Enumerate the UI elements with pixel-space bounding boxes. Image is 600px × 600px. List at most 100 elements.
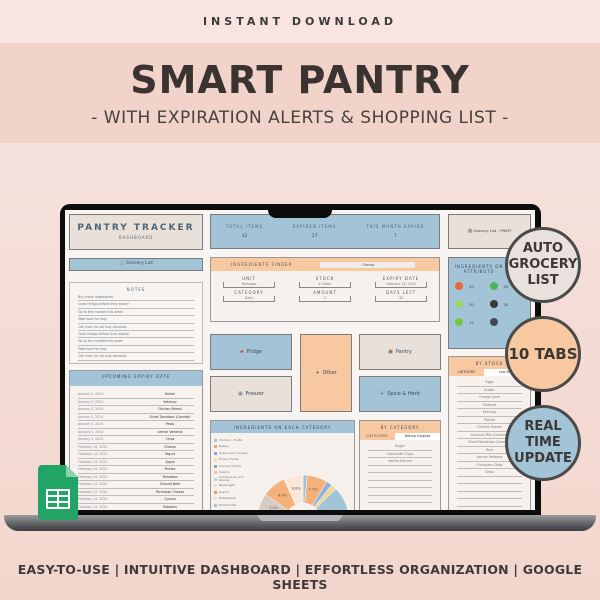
table-row: January 5, 2024 Ketchup <box>78 399 194 406</box>
list-item <box>368 481 432 488</box>
upcoming-title: UPCOMING EXPIRY DATE <box>70 371 202 386</box>
item-name: Parmesan Cheese <box>155 489 185 494</box>
herb-icon: ❦ <box>380 391 385 397</box>
note-item: Call mom to not buy bananas <box>78 353 194 361</box>
by-category-dropdown[interactable]: Baking Supplies <box>395 433 440 440</box>
instant-download-label: INSTANT DOWNLOAD <box>202 15 398 28</box>
stat-value: 17 <box>311 234 318 239</box>
expiry-date: February 14, 2024 <box>78 459 108 464</box>
table-row: January 5, 2024 Lemon Verbena <box>78 429 194 436</box>
upcoming-expiry-panel: UPCOMING EXPIRY DATE January 5, 2024 Butt… <box>69 370 203 510</box>
table-row: February 14, 2024 Apple <box>78 459 194 466</box>
item-name: Yogurt <box>164 452 176 456</box>
attribute-icon <box>489 300 498 308</box>
expiry-date: February 14, 2024 <box>78 489 108 494</box>
list-item: Mustard <box>457 402 522 409</box>
field-label: DAYS LEFT <box>385 290 417 295</box>
attribute-item: 19 <box>455 318 490 326</box>
attribute-count: 19 <box>469 319 474 325</box>
expiry-date: January 5, 2024 <box>78 407 104 411</box>
field-value: 49 <box>375 296 427 302</box>
note-item: Take food for dog <box>78 316 194 324</box>
finder-field: CATEGORY Dairy <box>211 290 287 302</box>
attribute-item: 20 <box>489 300 525 308</box>
finder-field: EXPIRY DATE February 14, 2024 <box>363 276 439 288</box>
note-item: Cook things before they expire <box>78 301 194 309</box>
item-name: Butter <box>165 392 175 396</box>
attribute-icon <box>455 318 463 326</box>
expiry-date: January 5, 2024 <box>78 392 104 396</box>
storage-pantry-button[interactable]: ▣ Pantry <box>359 334 441 370</box>
field-value: 3 <box>299 296 351 302</box>
storage-freezer-button[interactable]: ▣ Freezer <box>210 376 292 412</box>
item-name: Pickles <box>164 467 176 471</box>
dashboard-subtitle: DASHBOARD <box>118 235 154 240</box>
item-name: Pesto <box>165 422 175 426</box>
field-label: CATEGORY <box>234 290 264 295</box>
expiry-date: January 5, 2024 <box>78 429 104 434</box>
item-name: Quinoa <box>164 497 176 501</box>
by-category-title: BY CATEGORY <box>360 421 440 433</box>
stat-label: EXPIRED ITEMS <box>292 224 337 229</box>
list-item: Ketchup <box>457 409 522 417</box>
stat-value: 7 <box>393 234 397 239</box>
table-row: January 5, 2024 Chicken Breast <box>78 406 194 414</box>
finder-field: AMOUNT 3 <box>287 290 363 302</box>
badge-10-tabs: 10 TABS <box>505 316 581 392</box>
storage-spice-herb-button[interactable]: ❦ Spice & Herb <box>359 376 441 412</box>
product-subtitle: - WITH EXPIRATION ALERTS & SHOPPING LIST… <box>91 108 509 128</box>
expiry-date: February 14, 2024 <box>78 482 108 486</box>
item-name: Tomatoes <box>162 474 178 479</box>
list-item: Vanilla Extract <box>368 458 432 466</box>
table-row: February 14, 2024 Yogurt <box>78 451 194 459</box>
expiry-date: January 5, 2024 <box>78 399 104 404</box>
stat-card: THIS MONTH EXPIRE 7 <box>366 224 424 248</box>
attribute-icon <box>489 318 498 326</box>
table-row: February 14, 2024 Ground Beef <box>78 481 194 489</box>
stat-value: 42 <box>241 234 248 239</box>
badge-real-time-update: REAL TIME UPDATE <box>505 405 581 481</box>
stat-label: THIS MONTH EXPIRE <box>366 224 425 229</box>
item-name: Lemon Verbena <box>157 429 183 434</box>
expiry-date: January 5, 2024 <box>78 414 104 419</box>
attribute-icon <box>455 282 463 290</box>
field-value: February 14, 2024 <box>375 282 427 288</box>
attribute-item: 20 <box>455 282 490 290</box>
note-item: Call mom to not buy bananas <box>78 324 194 331</box>
top-banner: INSTANT DOWNLOAD <box>0 0 600 43</box>
attribute-count: 20 <box>503 301 509 307</box>
list-item: Orange Juice <box>457 394 522 402</box>
feature-tagline: EASY-TO-USE | INTUITIVE DASHBOARD | EFFO… <box>17 562 583 592</box>
list-item <box>457 477 522 484</box>
item-name: Chicken Breast <box>158 407 182 411</box>
grocery-list-button[interactable]: 🛒 Grocery List <box>69 258 203 271</box>
expiry-date: January 5, 2024 <box>78 437 104 441</box>
pie-data-label: 8.4% <box>278 493 288 497</box>
finder-dropdown[interactable]: Cheese <box>320 261 416 268</box>
table-row: February 14, 2024 Potatoes <box>78 504 194 511</box>
dashboard-screen: PANTRY TRACKER DASHBOARD 🛒 Grocery List … <box>65 210 535 510</box>
expiry-date: February 14, 2024 <box>78 504 108 509</box>
pie-data-label: 7.2% <box>309 488 319 492</box>
expiry-date: February 14, 2024 <box>78 467 108 471</box>
field-value: Dairy <box>223 296 275 302</box>
list-item <box>368 473 432 481</box>
storage-fridge-button[interactable]: ▰ Fridge <box>210 334 292 370</box>
table-row: February 14, 2024 Quinoa <box>78 496 194 504</box>
list-item <box>457 484 522 492</box>
list-item <box>368 503 432 510</box>
list-item <box>368 496 432 503</box>
category-chart-panel: INGREDIENTS ON EACH CATEGORY Produce - F… <box>210 420 355 510</box>
table-row: February 14, 2024 Tomatoes <box>78 474 194 481</box>
table-row: January 5, 2024 Diced Tomatoes (Canned) <box>78 414 194 421</box>
storage-other-button[interactable]: + Other <box>300 334 352 412</box>
freezer-icon: ▣ <box>237 391 243 397</box>
note-item: Go to the market this week <box>78 338 194 346</box>
plus-icon: + <box>315 370 320 376</box>
table-row: January 5, 2024 Pesto <box>78 421 194 429</box>
list-item: Eggs <box>457 379 522 387</box>
table-row: January 5, 2024 Chips <box>78 436 194 444</box>
list-item <box>457 499 522 507</box>
field-label: AMOUNT <box>313 290 337 295</box>
table-row: February 14, 2024 Cheese <box>78 444 194 451</box>
